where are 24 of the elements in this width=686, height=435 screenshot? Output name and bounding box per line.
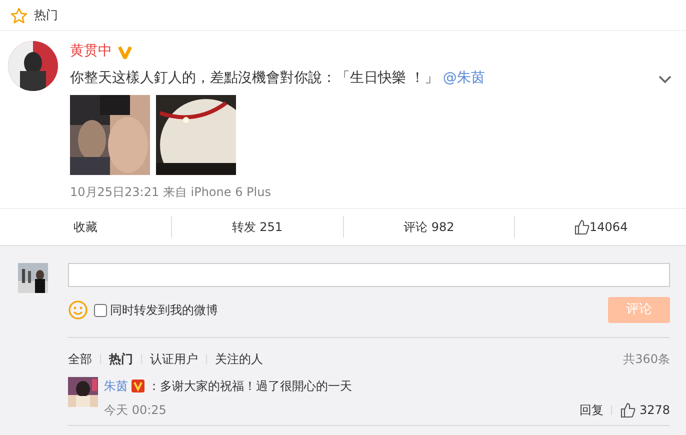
filter-tab[interactable]: 全部 (68, 350, 92, 368)
thumbs-up-icon (620, 402, 636, 418)
like-button[interactable]: 3278 (620, 401, 670, 419)
post-meta: 10月25日23:21 来自 iPhone 6 Plus (70, 184, 272, 201)
star-icon (10, 6, 28, 24)
filter-tab[interactable]: 认证用户 (150, 350, 198, 368)
comment-text: ：多谢大家的祝福！過了很開心的一天 (148, 378, 352, 395)
section-title: 热门 (34, 7, 58, 24)
comment-time: 今天 00:25 (104, 402, 166, 419)
action-button[interactable]: 收藏 (0, 218, 171, 236)
repost-label: 同时转发到我的微博 (110, 302, 218, 319)
comment-input[interactable] (68, 263, 670, 287)
author-name[interactable]: 黄贯中 (70, 41, 112, 62)
repost-checkbox[interactable] (94, 304, 107, 316)
filter-tab[interactable]: 关注的人 (215, 350, 263, 368)
action-button[interactable]: 评论 982 (344, 218, 514, 236)
thumbs-up-icon (574, 219, 590, 235)
like-button[interactable]: 14064 (515, 218, 686, 236)
reply-button[interactable]: 回复 (579, 401, 604, 419)
post-text: 你整天这樣人釘人的，差點沒機會對你說：「生日快樂 ！」 @朱茵 (70, 69, 485, 88)
filter-tab[interactable]: 热门 (109, 350, 133, 368)
action-button[interactable]: 转发 251 (172, 218, 342, 236)
chevron-down-icon[interactable] (658, 75, 672, 84)
comment-count: 共360条 (623, 351, 670, 368)
